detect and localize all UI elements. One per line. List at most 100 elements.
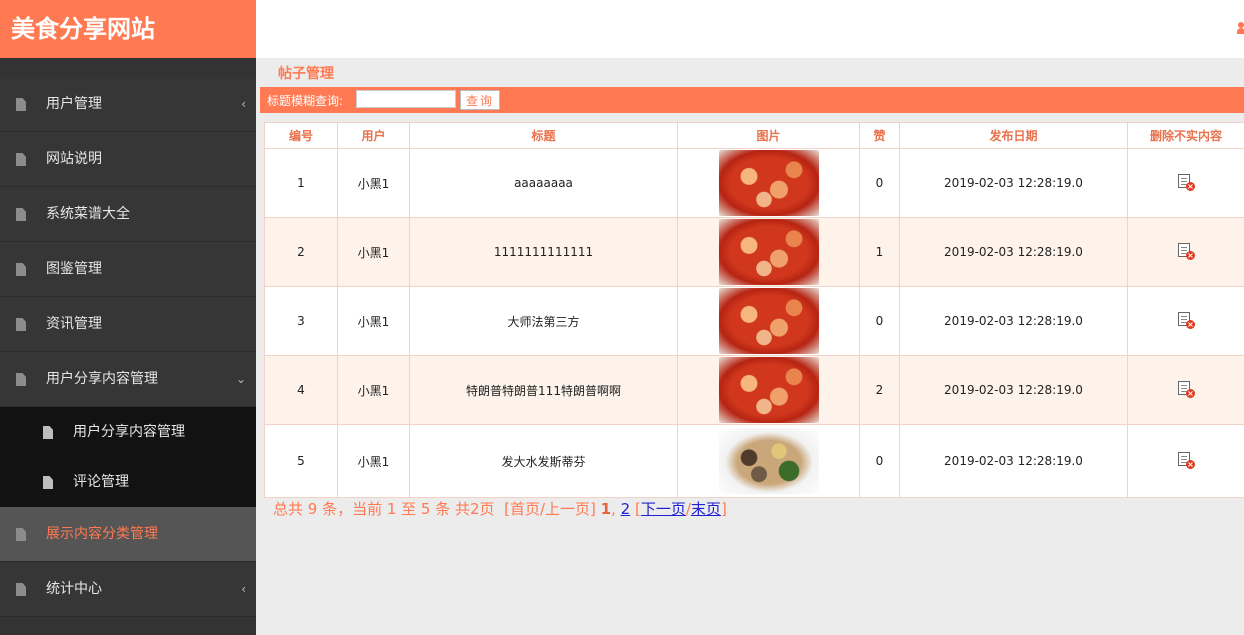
shrimp-dish-image bbox=[718, 357, 819, 423]
cell-delete: × bbox=[1127, 148, 1244, 218]
sidebar-subitem-label: 评论管理 bbox=[73, 474, 129, 490]
document-icon bbox=[16, 318, 26, 331]
cell-likes: 0 bbox=[859, 148, 900, 218]
cell-date: 2019-02-03 12:28:19.0 bbox=[899, 148, 1128, 218]
sidebar-item-label: 网站说明 bbox=[46, 151, 102, 167]
cell-title: 大师法第三方 bbox=[409, 286, 678, 356]
cell-id: 3 bbox=[264, 286, 338, 356]
cell-likes: 1 bbox=[859, 217, 900, 287]
cell-delete: × bbox=[1127, 217, 1244, 287]
sidebar-subitem-label: 用户分享内容管理 bbox=[73, 424, 185, 440]
sidebar-item-user-management[interactable]: 用户管理 ‹ bbox=[0, 77, 256, 132]
pagination-separator: , bbox=[611, 500, 616, 518]
pagination-current-page: 1 bbox=[600, 500, 612, 518]
cell-delete: × bbox=[1127, 286, 1244, 356]
delete-record-icon[interactable]: × bbox=[1178, 242, 1195, 260]
cell-date: 2019-02-03 12:28:19.0 bbox=[899, 424, 1128, 498]
shrimp-dish-image bbox=[718, 288, 819, 354]
delete-record-icon[interactable]: × bbox=[1178, 451, 1195, 469]
cell-title: 发大水发斯蒂芬 bbox=[409, 424, 678, 498]
chevron-left-icon: ‹ bbox=[241, 582, 246, 596]
document-icon bbox=[16, 583, 26, 596]
column-header-user: 用户 bbox=[337, 122, 410, 149]
sidebar-item-label: 用户管理 bbox=[46, 96, 102, 112]
search-bar: 标题模糊查询: 查询 bbox=[260, 87, 1244, 113]
chevron-down-icon: ⌄ bbox=[235, 372, 246, 386]
cell-image bbox=[677, 286, 860, 356]
pagination-last[interactable]: 末页 bbox=[691, 500, 721, 518]
page-title: 帖子管理 bbox=[278, 66, 334, 82]
sidebar-item-category-management[interactable]: 展示内容分类管理 bbox=[0, 507, 256, 562]
delete-record-icon[interactable]: × bbox=[1178, 173, 1195, 191]
document-icon bbox=[16, 208, 26, 221]
sidebar-item-gallery[interactable]: 图鉴管理 bbox=[0, 242, 256, 297]
delete-record-icon[interactable]: × bbox=[1178, 311, 1195, 329]
title-search-input[interactable] bbox=[356, 90, 456, 108]
cell-likes: 0 bbox=[859, 286, 900, 356]
table-row: 5 小黑1 发大水发斯蒂芬 0 2019-02-03 12:28:19.0 × bbox=[264, 424, 1244, 498]
sidebar-item-label: 统计中心 bbox=[46, 581, 102, 597]
sidebar-item-label: 资讯管理 bbox=[46, 316, 102, 332]
cell-user: 小黑1 bbox=[337, 286, 410, 356]
cell-date: 2019-02-03 12:28:19.0 bbox=[899, 355, 1128, 425]
document-icon bbox=[16, 373, 26, 386]
sidebar: 美食分享网站 用户管理 ‹ 网站说明 系统菜谱大全 图鉴管理 资讯管理 用户分享… bbox=[0, 0, 256, 635]
search-button[interactable]: 查询 bbox=[460, 90, 500, 110]
table-row: 3 小黑1 大师法第三方 0 2019-02-03 12:28:19.0 × bbox=[264, 286, 1244, 356]
cell-id: 5 bbox=[264, 424, 338, 498]
cell-image bbox=[677, 217, 860, 287]
document-icon bbox=[43, 476, 53, 489]
document-icon bbox=[16, 528, 26, 541]
cell-id: 4 bbox=[264, 355, 338, 425]
cell-user: 小黑1 bbox=[337, 355, 410, 425]
shrimp-dish-image bbox=[718, 219, 819, 285]
cell-image bbox=[677, 148, 860, 218]
cell-delete: × bbox=[1127, 355, 1244, 425]
posts-table: 编号 用户 标题 图片 赞 发布日期 删除不实内容 1 小黑1 aaaaaaaa… bbox=[264, 122, 1244, 498]
column-header-date: 发布日期 bbox=[899, 122, 1128, 149]
sidebar-subitem-user-shares[interactable]: 用户分享内容管理 bbox=[0, 407, 256, 457]
sidebar-item-news[interactable]: 资讯管理 bbox=[0, 297, 256, 352]
sidebar-item-label: 用户分享内容管理 bbox=[46, 371, 158, 387]
table-row: 4 小黑1 特朗普特朗普111特朗普啊啊 2 2019-02-03 12:28:… bbox=[264, 355, 1244, 425]
sidebar-subitem-comments[interactable]: 评论管理 bbox=[0, 457, 256, 507]
main-content: 帖子管理 标题模糊查询: 查询 编号 用户 标题 图片 赞 发布日期 删除不实内… bbox=[256, 58, 1244, 635]
pagination-page-2[interactable]: 2 bbox=[621, 500, 631, 518]
delete-record-icon[interactable]: × bbox=[1178, 380, 1195, 398]
cell-user: 小黑1 bbox=[337, 148, 410, 218]
pagination-first-prev: [首页/上一页] bbox=[504, 500, 596, 518]
table-row: 2 小黑1 1111111111111 1 2019-02-03 12:28:1… bbox=[264, 217, 1244, 287]
chevron-left-icon: ‹ bbox=[241, 97, 246, 111]
cell-user: 小黑1 bbox=[337, 217, 410, 287]
cell-title: 特朗普特朗普111特朗普啊啊 bbox=[409, 355, 678, 425]
cell-title: 1111111111111 bbox=[409, 217, 678, 287]
pagination-summary: 总共 9 条，当前 1 至 5 条 共2页 bbox=[273, 500, 495, 518]
table-header-row: 编号 用户 标题 图片 赞 发布日期 删除不实内容 bbox=[264, 122, 1244, 149]
search-label: 标题模糊查询: bbox=[267, 94, 344, 108]
sidebar-item-user-shares[interactable]: 用户分享内容管理 ⌄ bbox=[0, 352, 256, 407]
pagination-next[interactable]: 下一页 bbox=[641, 500, 686, 518]
top-header bbox=[256, 0, 1244, 58]
sidebar-item-label: 图鉴管理 bbox=[46, 261, 102, 277]
table-row: 1 小黑1 aaaaaaaa 0 2019-02-03 12:28:19.0 × bbox=[264, 148, 1244, 218]
cell-id: 1 bbox=[264, 148, 338, 218]
sidebar-item-recipes[interactable]: 系统菜谱大全 bbox=[0, 187, 256, 242]
pagination-bracket-close: ] bbox=[720, 500, 727, 518]
sidebar-submenu: 用户分享内容管理 评论管理 bbox=[0, 407, 256, 507]
cell-image bbox=[677, 355, 860, 425]
cell-user: 小黑1 bbox=[337, 424, 410, 498]
sidebar-item-label: 系统菜谱大全 bbox=[46, 206, 130, 222]
user-icon[interactable] bbox=[1237, 22, 1244, 34]
column-header-title: 标题 bbox=[409, 122, 678, 149]
document-icon bbox=[43, 426, 53, 439]
vegetable-dish-image bbox=[718, 428, 819, 494]
cell-date: 2019-02-03 12:28:19.0 bbox=[899, 217, 1128, 287]
cell-delete: × bbox=[1127, 424, 1244, 498]
column-header-delete: 删除不实内容 bbox=[1127, 122, 1244, 149]
site-logo: 美食分享网站 bbox=[0, 0, 256, 58]
sidebar-item-statistics[interactable]: 统计中心 ‹ bbox=[0, 562, 256, 617]
cell-id: 2 bbox=[264, 217, 338, 287]
document-icon bbox=[16, 263, 26, 276]
sidebar-item-site-info[interactable]: 网站说明 bbox=[0, 132, 256, 187]
pagination: 总共 9 条，当前 1 至 5 条 共2页 [首页/上一页] 1, 2 [下一页… bbox=[273, 498, 727, 519]
